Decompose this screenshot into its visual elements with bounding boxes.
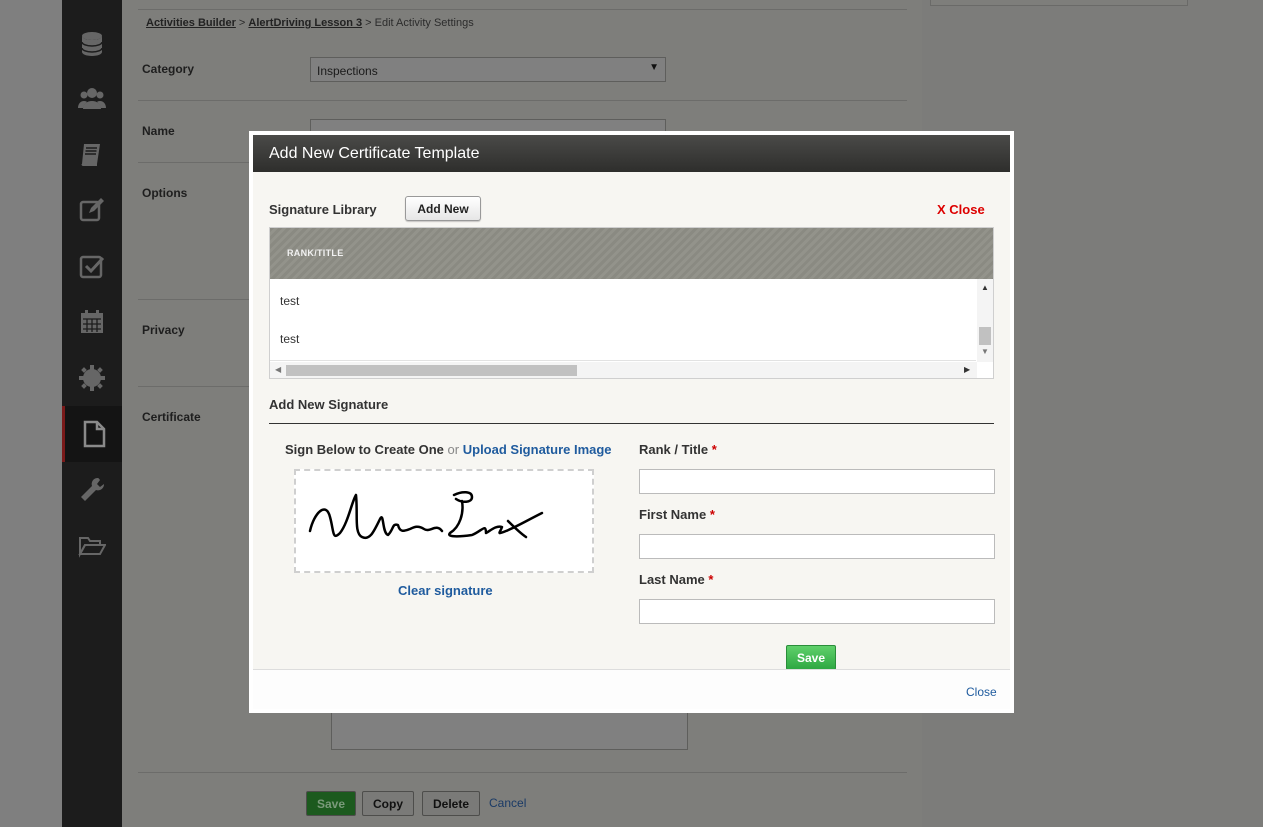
- page-cancel-link[interactable]: Cancel: [489, 796, 526, 810]
- vertical-scroll-thumb[interactable]: [979, 327, 991, 345]
- table-row[interactable]: test: [270, 317, 976, 361]
- page-save-button[interactable]: Save: [306, 791, 357, 816]
- modal-title: Add New Certificate Template: [253, 135, 1010, 172]
- checkbox-icon: [79, 255, 105, 279]
- sidebar-item-files[interactable]: [62, 518, 122, 574]
- top-bar: [138, 0, 907, 10]
- rank-title-label-text: Rank / Title: [639, 442, 709, 457]
- certificate-label: Certificate: [142, 410, 201, 424]
- sidebar-item-certificates[interactable]: [62, 406, 122, 462]
- name-label: Name: [142, 124, 175, 138]
- options-label: Options: [142, 186, 188, 200]
- or-text: or: [447, 442, 460, 457]
- sidebar-item-courses[interactable]: [62, 126, 122, 182]
- folder-open-icon: [78, 537, 106, 558]
- row-divider: [138, 772, 907, 773]
- clear-signature-link[interactable]: Clear signature: [398, 583, 493, 598]
- sign-instructions: Sign Below to Create One or Upload Signa…: [285, 442, 612, 457]
- certificate-template-modal: Add New Certificate Template Signature L…: [249, 131, 1014, 713]
- scroll-up-icon[interactable]: ▲: [981, 283, 989, 292]
- upload-signature-link[interactable]: Upload Signature Image: [463, 442, 612, 457]
- row-cell-rank-title: test: [280, 331, 300, 346]
- page-copy-button[interactable]: Copy: [362, 791, 414, 816]
- last-name-label: Last Name *: [639, 572, 713, 587]
- sidebar: [62, 0, 122, 827]
- signature-library-label: Signature Library: [269, 202, 377, 217]
- horizontal-scroll-thumb[interactable]: [286, 365, 577, 376]
- certificate-textarea[interactable]: [331, 712, 688, 750]
- sidebar-item-tasks[interactable]: [62, 238, 122, 294]
- sidebar-item-settings[interactable]: [62, 350, 122, 406]
- first-name-label: First Name *: [639, 507, 715, 522]
- sidebar-item-users[interactable]: [62, 70, 122, 126]
- first-name-label-text: First Name: [639, 507, 707, 522]
- add-new-button[interactable]: Add New: [405, 196, 481, 221]
- breadcrumb-separator: >: [235, 17, 249, 29]
- book-icon: [81, 144, 100, 166]
- footer-close-link[interactable]: Close: [966, 685, 997, 699]
- scroll-left-icon[interactable]: ◀: [275, 365, 281, 374]
- row-cell-rank-title: test: [280, 293, 300, 308]
- dropdown-arrow-icon: ▼: [649, 62, 659, 73]
- breadcrumb-activities-builder[interactable]: Activities Builder: [146, 17, 236, 29]
- rank-title-input[interactable]: [639, 469, 995, 494]
- sidebar-item-calendar[interactable]: [62, 294, 122, 350]
- close-x-link[interactable]: X Close: [937, 202, 985, 217]
- category-label: Category: [142, 62, 195, 76]
- gear-icon: [79, 365, 105, 391]
- signature-grid: RANK/TITLE test test ▲ ▼ ◀ ▶: [269, 227, 994, 379]
- signature-drawing: [308, 491, 544, 540]
- edit-icon: [79, 198, 104, 222]
- sidebar-item-edit[interactable]: [62, 182, 122, 238]
- last-name-label-text: Last Name: [639, 572, 705, 587]
- required-mark: *: [708, 572, 714, 587]
- grid-header: RANK/TITLE: [270, 228, 993, 279]
- category-select[interactable]: Inspections ▼: [310, 57, 666, 82]
- vertical-scrollbar[interactable]: ▲ ▼: [977, 279, 993, 362]
- calendar-icon: [81, 310, 103, 333]
- scroll-down-icon[interactable]: ▼: [981, 347, 989, 356]
- required-mark: *: [709, 507, 715, 522]
- left-gutter: [0, 0, 62, 827]
- sign-below-text: Sign Below to Create One: [285, 442, 444, 457]
- privacy-label: Privacy: [142, 323, 185, 337]
- breadcrumb-current: Edit Activity Settings: [374, 17, 474, 29]
- right-panel-box: [930, 0, 1188, 6]
- row-divider: [138, 100, 907, 101]
- page-delete-button[interactable]: Delete: [422, 791, 481, 816]
- add-signature-title: Add New Signature: [269, 397, 389, 412]
- breadcrumb-lesson[interactable]: AlertDriving Lesson 3: [248, 17, 362, 29]
- category-value: Inspections: [317, 64, 378, 78]
- first-name-input[interactable]: [639, 534, 995, 559]
- signature-pad[interactable]: [294, 469, 594, 573]
- database-icon: [81, 32, 103, 56]
- users-icon: [78, 88, 106, 109]
- breadcrumb-separator: >: [362, 17, 375, 29]
- section-divider: [269, 423, 994, 424]
- scroll-right-icon[interactable]: ▶: [964, 365, 970, 374]
- breadcrumb: Activities Builder > AlertDriving Lesson…: [146, 17, 474, 29]
- rank-title-label: Rank / Title *: [639, 442, 717, 457]
- signature-save-button[interactable]: Save: [786, 645, 836, 670]
- wrench-icon: [81, 477, 105, 501]
- modal-footer: Close: [253, 669, 1010, 709]
- horizontal-scrollbar[interactable]: ◀ ▶: [270, 362, 977, 378]
- file-icon: [83, 420, 105, 448]
- last-name-input[interactable]: [639, 599, 995, 624]
- sidebar-item-database[interactable]: [62, 16, 122, 72]
- required-mark: *: [711, 442, 717, 457]
- modal-body: Signature Library Add New X Close RANK/T…: [253, 172, 1010, 670]
- sidebar-item-tools[interactable]: [62, 462, 122, 518]
- column-header-rank-title[interactable]: RANK/TITLE: [287, 248, 344, 258]
